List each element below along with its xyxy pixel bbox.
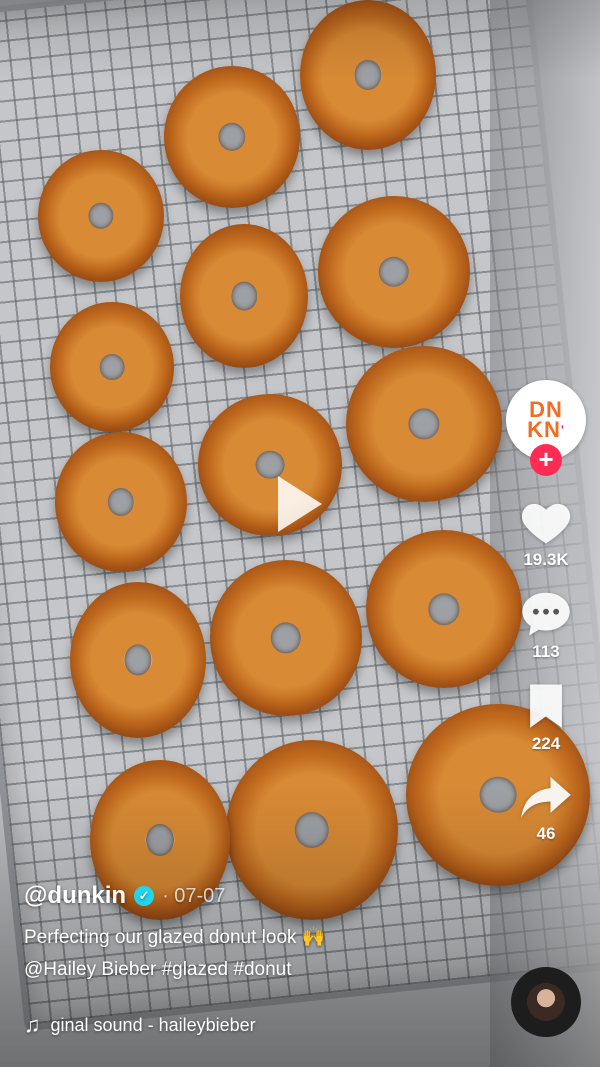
creator-avatar-group: DN KN ' + (506, 380, 586, 476)
save-button[interactable]: 224 (523, 680, 569, 754)
action-rail: DN KN ' + 19.3K 113 224 46 (504, 380, 588, 862)
donut (38, 150, 164, 282)
follow-button[interactable]: + (530, 444, 562, 476)
caption-line2[interactable]: @Hailey Bieber #glazed #donut (24, 954, 494, 986)
comment-icon (519, 588, 573, 638)
sound-name: ginal sound - haileybieber (50, 1014, 256, 1035)
sound-avatar (527, 983, 565, 1021)
like-button[interactable]: 19.3K (519, 496, 573, 570)
caption: Perfecting our glazed donut look 🙌 @Hail… (24, 922, 494, 986)
donut (164, 66, 300, 208)
username-link[interactable]: @dunkin (24, 882, 126, 910)
bookmark-icon (523, 680, 569, 730)
author-row: @dunkin ✓ · 07-07 (24, 882, 494, 910)
verified-badge-icon: ✓ (134, 886, 155, 906)
share-button[interactable]: 46 (519, 772, 573, 844)
heart-icon (519, 496, 573, 546)
comment-button[interactable]: 113 (519, 588, 573, 662)
caption-line1: Perfecting our glazed donut look 🙌 (24, 927, 326, 948)
donut (346, 346, 502, 502)
post-date: · 07-07 (162, 884, 226, 907)
donut (70, 582, 206, 738)
sound-disc[interactable] (511, 967, 581, 1037)
top-gradient (0, 0, 600, 80)
music-note-icon: ♫ (24, 1012, 41, 1037)
donut (318, 196, 470, 348)
logo-mark: ' (560, 423, 565, 437)
like-count: 19.3K (523, 550, 569, 569)
video-screen[interactable]: DN KN ' + 19.3K 113 224 46 @dunkin ✓ · 0… (0, 0, 600, 1067)
share-icon (519, 772, 573, 820)
comment-count: 113 (532, 642, 560, 661)
donut (55, 432, 187, 572)
donut (366, 530, 522, 688)
donut (180, 224, 308, 368)
logo-line2: KN ' (527, 417, 565, 442)
share-count: 46 (536, 824, 556, 843)
donut (50, 302, 174, 432)
sound-row[interactable]: ♫ ginal sound - haileybieber (24, 1012, 494, 1038)
logo-text-line2: KN (527, 417, 561, 442)
post-info: @dunkin ✓ · 07-07 Perfecting our glazed … (24, 882, 494, 1038)
play-icon[interactable] (278, 476, 322, 532)
donut (210, 560, 362, 716)
save-count: 224 (531, 734, 561, 753)
